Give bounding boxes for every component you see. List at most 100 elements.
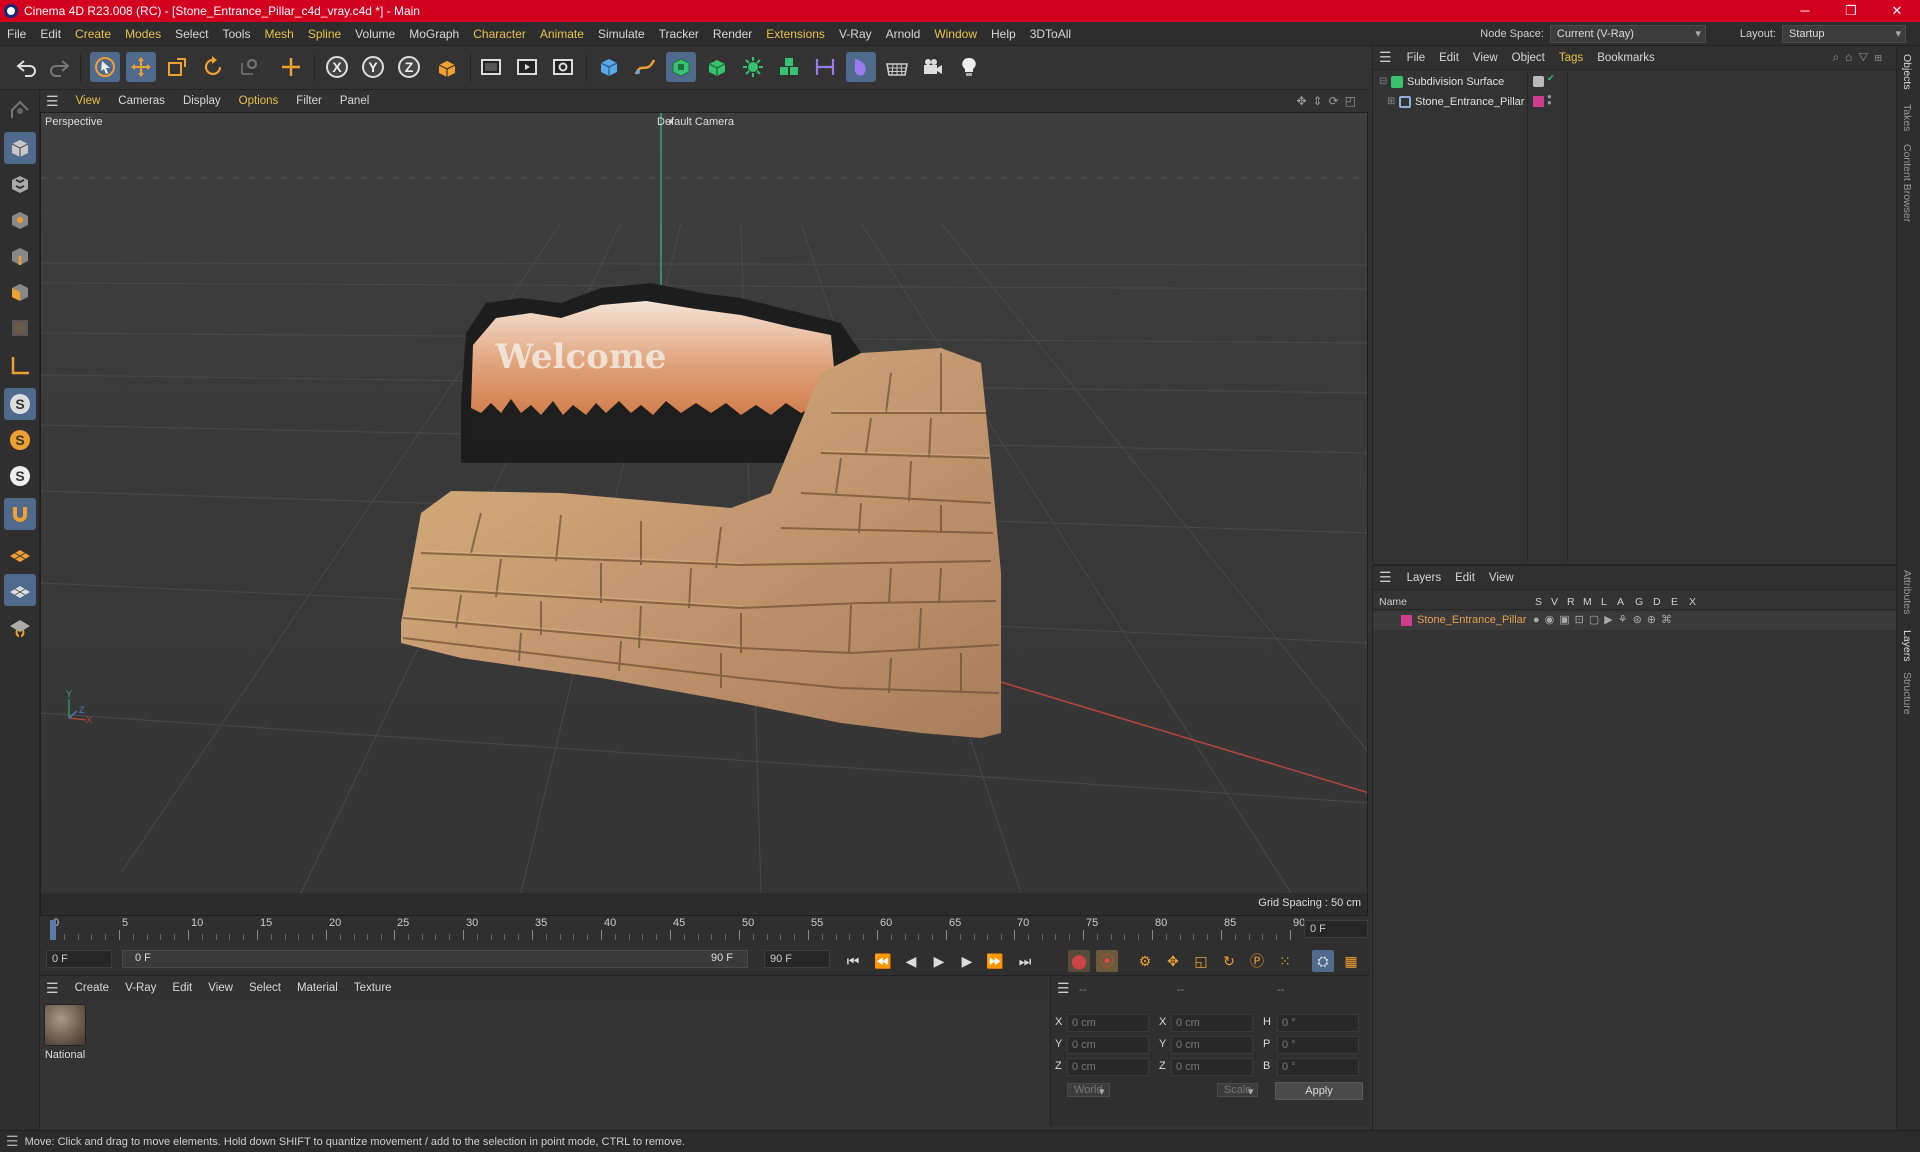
redo-icon[interactable] — [44, 52, 74, 82]
rotate-icon[interactable] — [198, 52, 228, 82]
position-x-field[interactable]: 0 cm — [1067, 1014, 1149, 1032]
render-region-icon[interactable] — [476, 52, 506, 82]
viewport-menu-view[interactable]: View — [67, 95, 110, 107]
node-space-dropdown[interactable]: Current (V-Ray) — [1549, 24, 1706, 43]
playhead[interactable] — [50, 920, 56, 940]
layout-dropdown[interactable]: Startup — [1782, 24, 1906, 43]
array-icon[interactable] — [774, 52, 804, 82]
material-menu-edit[interactable]: Edit — [164, 982, 200, 994]
next-key-icon[interactable]: ⏩ — [984, 950, 1006, 972]
layer-color-swatch[interactable] — [1401, 615, 1412, 626]
select-icon[interactable] — [90, 52, 120, 82]
texture-mode-icon[interactable] — [4, 168, 36, 200]
tab-structure[interactable]: Structure — [1901, 672, 1913, 715]
rotation-h-field[interactable]: 0 ° — [1277, 1014, 1359, 1032]
move-icon[interactable] — [126, 52, 156, 82]
viewport-menu-panel[interactable]: Panel — [331, 95, 378, 107]
menu-animate[interactable]: Animate — [533, 27, 591, 41]
menu-modes[interactable]: Modes — [118, 27, 168, 41]
scale-icon[interactable] — [162, 52, 192, 82]
prev-key-icon[interactable]: ⏪ — [872, 950, 894, 972]
coordinate-space-dropdown[interactable]: World — [1067, 1083, 1110, 1097]
menu-help[interactable]: Help — [984, 27, 1023, 41]
tree-item-stone-entrance-pillar[interactable]: ⊞ Stone_Entrance_Pillar — [1373, 94, 1527, 112]
autokey-icon[interactable]: ⦿ — [1096, 950, 1118, 972]
current-frame-field[interactable]: 0 F — [1304, 920, 1368, 938]
menu-3dtoall[interactable]: 3DToAll — [1023, 27, 1078, 41]
locked-workplane-icon[interactable] — [4, 610, 36, 642]
restore-icon[interactable]: ❐ — [1828, 3, 1874, 19]
enabled-check-icon[interactable]: ✔ — [1547, 73, 1555, 84]
layers-menu-view[interactable]: View — [1482, 572, 1521, 584]
key-pla-icon[interactable]: ⁙ — [1274, 950, 1296, 972]
menu-select[interactable]: Select — [168, 27, 215, 41]
material-menu-create[interactable]: Create — [67, 982, 118, 994]
expand-toggle-icon[interactable]: ⊞ — [1387, 96, 1395, 107]
goto-end-icon[interactable]: ⏭ — [1014, 950, 1036, 972]
add-icon[interactable] — [276, 52, 306, 82]
menu-mograph[interactable]: MoGraph — [402, 27, 466, 41]
material-menu-select[interactable]: Select — [241, 982, 289, 994]
object-manager-tools-icons[interactable]: ⌕⌂▽⊞ — [1832, 50, 1896, 65]
viewport-nav-icons[interactable]: ✥⇕⟳◰ — [1296, 94, 1370, 108]
timeline-window-icon[interactable]: ▦ — [1340, 950, 1362, 972]
tab-takes[interactable]: Takes — [1901, 104, 1913, 131]
edit-visibility-icon[interactable] — [1533, 76, 1544, 87]
z-axis-icon[interactable]: Z — [394, 52, 424, 82]
cube-icon[interactable] — [594, 52, 624, 82]
polygon-mode-icon[interactable] — [4, 276, 36, 308]
camera-icon[interactable] — [918, 52, 948, 82]
hamburger-icon[interactable]: ☰ — [40, 93, 67, 110]
menu-edit[interactable]: Edit — [33, 27, 68, 41]
material-menu-vray[interactable]: V-Ray — [117, 982, 164, 994]
transform-mode-dropdown[interactable]: Scale — [1216, 1083, 1259, 1097]
layers-menu-edit[interactable]: Edit — [1448, 572, 1482, 584]
menu-spline[interactable]: Spline — [301, 27, 348, 41]
key-scale-icon[interactable]: ◱ — [1190, 950, 1212, 972]
viewport-menu-filter[interactable]: Filter — [287, 95, 331, 107]
extrude-icon[interactable] — [702, 52, 732, 82]
tab-attributes[interactable]: Attributes — [1901, 570, 1913, 614]
hamburger-icon[interactable]: ☰ — [1373, 49, 1400, 66]
objects-menu-bookmarks[interactable]: Bookmarks — [1590, 52, 1662, 64]
end-frame-field[interactable]: 90 F — [764, 950, 830, 968]
menu-file[interactable]: File — [0, 27, 33, 41]
material-menu-material[interactable]: Material — [289, 982, 346, 994]
position-z-field[interactable]: 0 cm — [1067, 1058, 1149, 1076]
tab-content-browser[interactable]: Content Browser — [1901, 144, 1913, 222]
prev-frame-icon[interactable]: ◀ — [900, 950, 922, 972]
key-param-icon[interactable]: Ⓟ — [1246, 950, 1268, 972]
motion-system-icon[interactable]: ⛭ — [1312, 950, 1334, 972]
menu-create[interactable]: Create — [68, 27, 118, 41]
menu-vray[interactable]: V-Ray — [832, 27, 879, 41]
menu-tracker[interactable]: Tracker — [652, 27, 706, 41]
edge-mode-icon[interactable] — [4, 240, 36, 272]
menu-simulate[interactable]: Simulate — [591, 27, 652, 41]
minimize-icon[interactable]: ─ — [1782, 3, 1828, 19]
keyframe-selection-icon[interactable]: ⚙ — [1134, 950, 1156, 972]
workplane-icon[interactable] — [4, 538, 36, 570]
timeline-ruler[interactable]: 0 5 10 15 20 25 30 35 40 45 50 55 60 65 70 75 80 85 90 0 F — [40, 916, 1370, 942]
play-icon[interactable]: ▶ — [928, 950, 950, 972]
visibility-dots-icon[interactable]: ● ● — [1547, 93, 1552, 107]
hamburger-icon[interactable]: ☰ — [40, 980, 67, 997]
objects-menu-object[interactable]: Object — [1505, 52, 1552, 64]
hamburger-icon[interactable]: ☰ — [1057, 980, 1070, 997]
viewport-menu-cameras[interactable]: Cameras — [109, 95, 174, 107]
objects-menu-tags[interactable]: Tags — [1552, 52, 1590, 64]
floor-icon[interactable] — [882, 52, 912, 82]
light-icon[interactable] — [954, 52, 984, 82]
position-y-field[interactable]: 0 cm — [1067, 1036, 1149, 1054]
axis-mode-icon[interactable] — [4, 350, 36, 382]
material-swatch[interactable]: National — [42, 1004, 88, 1064]
symmetry-icon[interactable] — [810, 52, 840, 82]
3d-viewport[interactable]: Welcome Y X Z Perspective Default Camera… — [40, 112, 1368, 916]
menu-render[interactable]: Render — [706, 27, 759, 41]
uv-mode-icon[interactable] — [4, 312, 36, 344]
deformer-icon[interactable] — [846, 52, 876, 82]
menu-volume[interactable]: Volume — [348, 27, 402, 41]
model-mode-icon[interactable] — [4, 94, 36, 126]
key-rotation-icon[interactable]: ↻ — [1218, 950, 1240, 972]
size-y-field[interactable]: 0 cm — [1171, 1036, 1253, 1054]
layer-row[interactable]: Stone_Entrance_Pillar ●◉▣⊡▢▶⚘⊛⊕⌘ — [1373, 612, 1897, 630]
